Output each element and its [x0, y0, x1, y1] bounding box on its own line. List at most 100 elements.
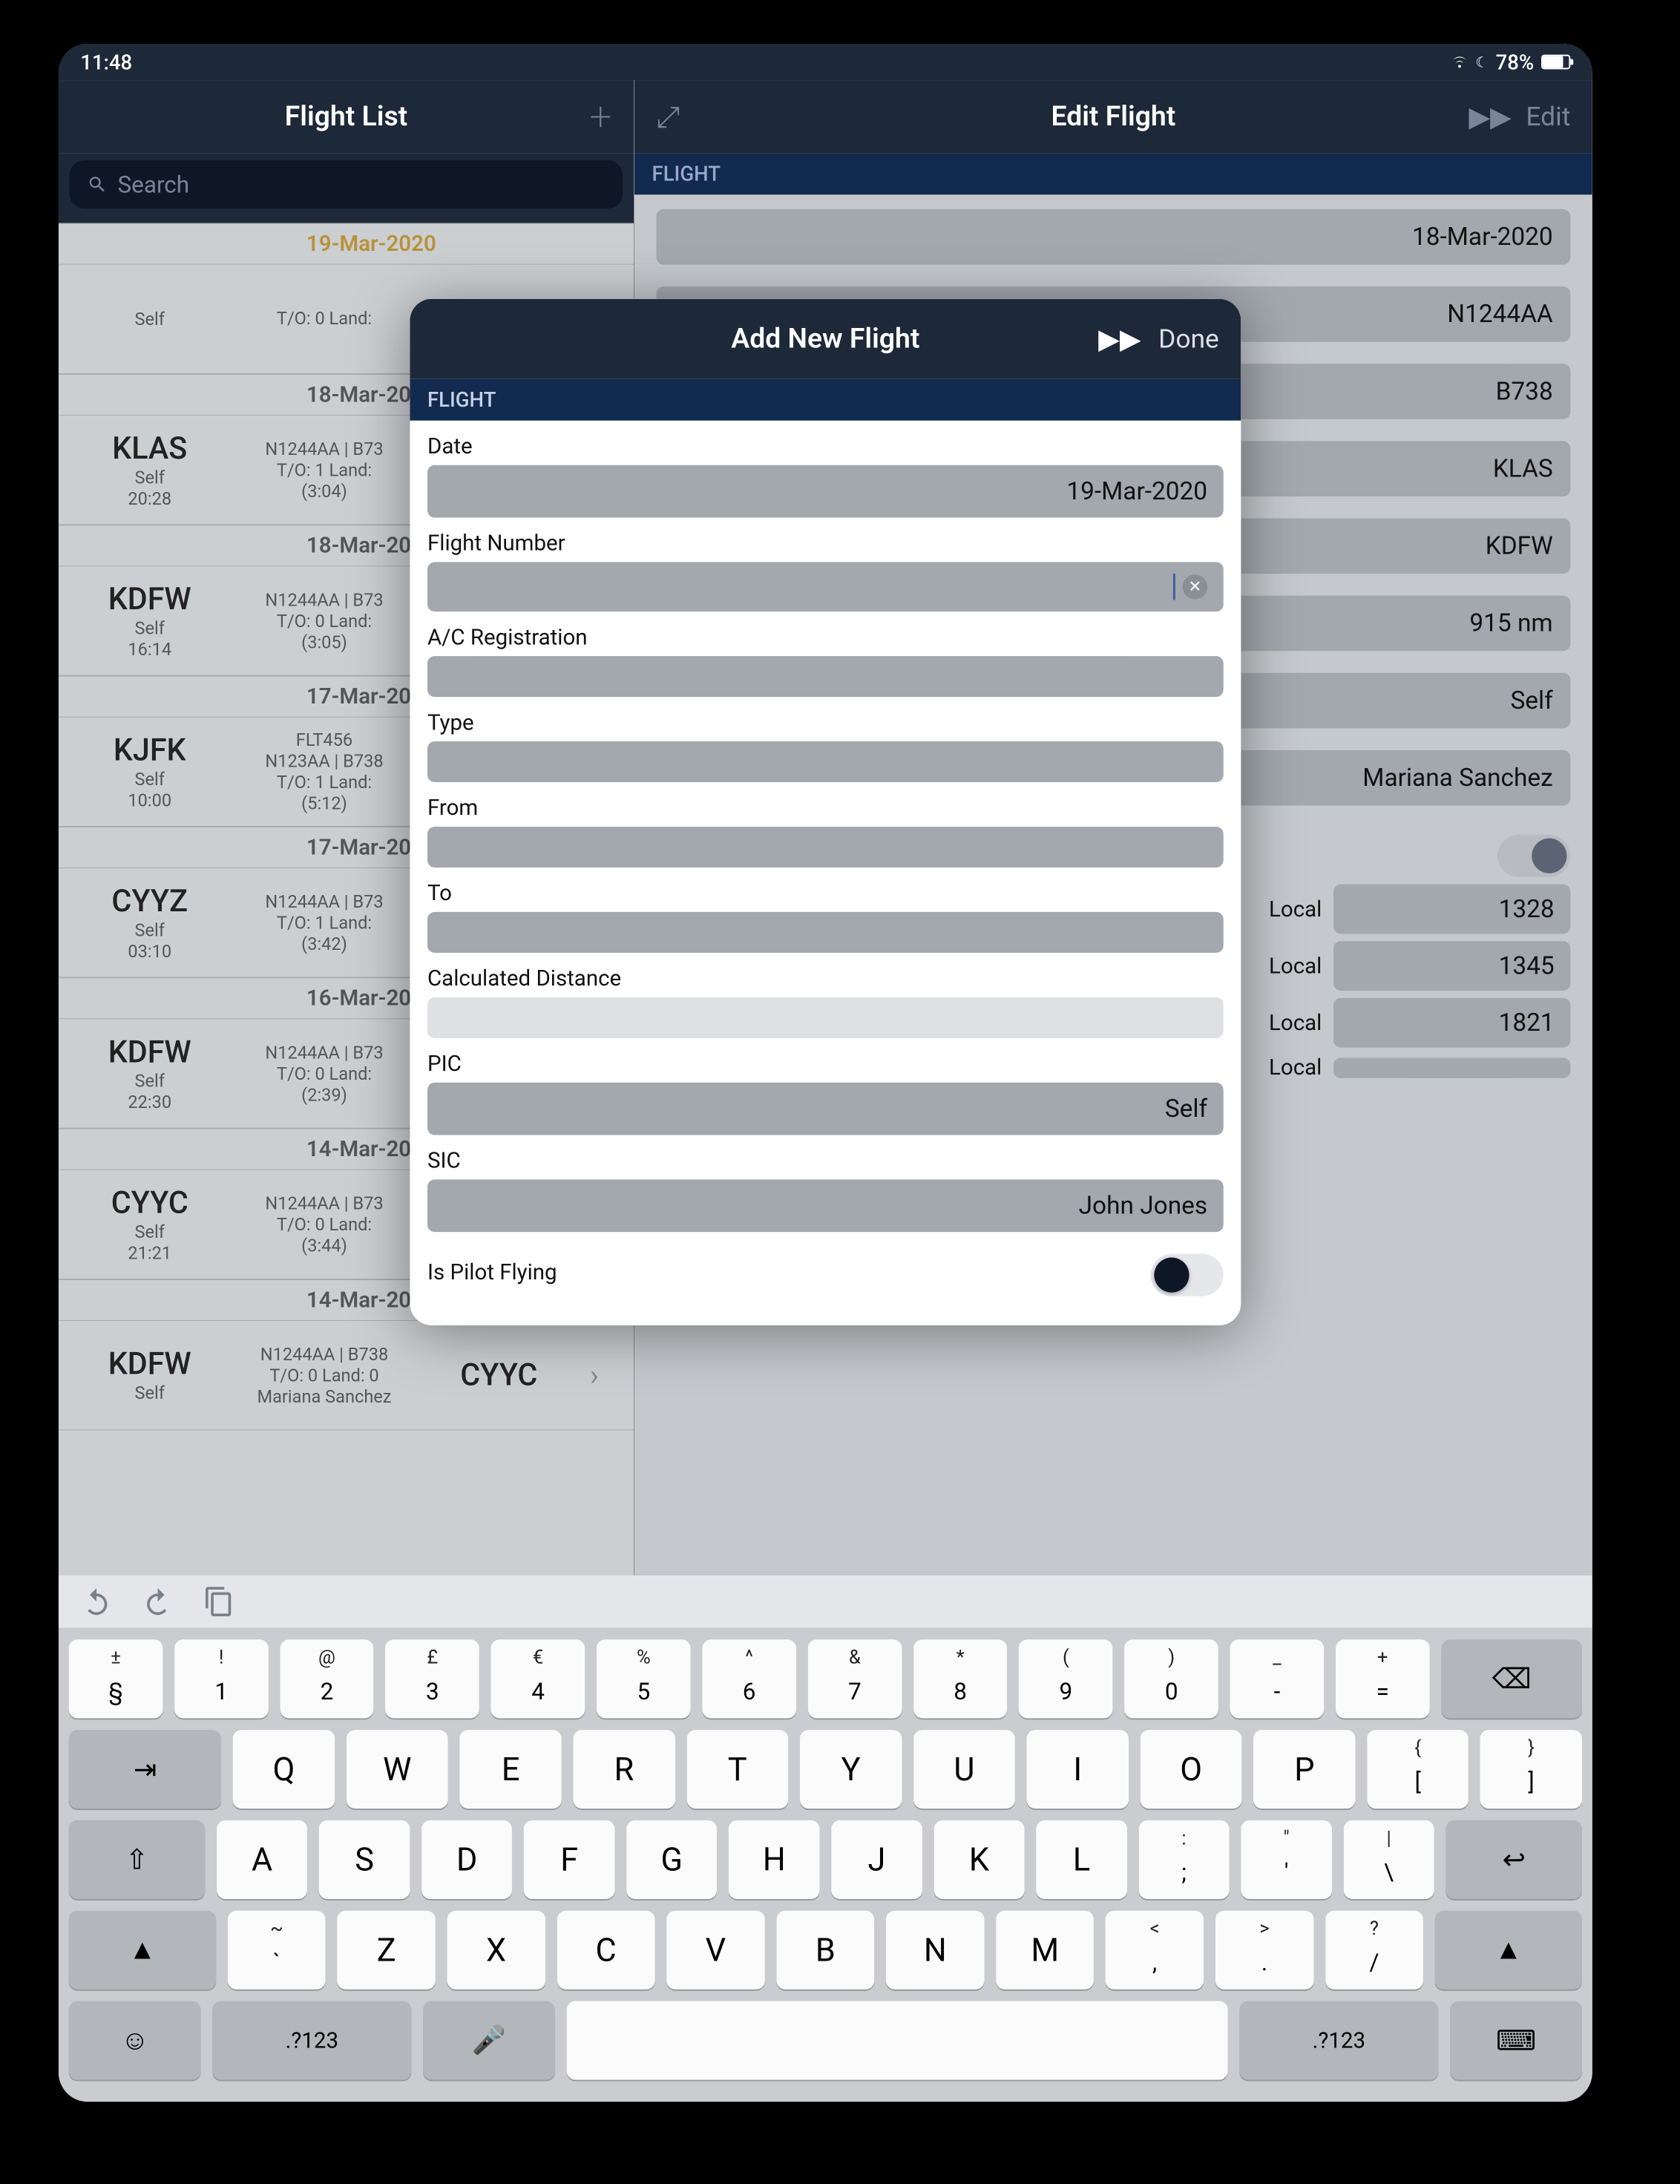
key-R[interactable]: R	[573, 1730, 675, 1808]
reg-field[interactable]	[427, 656, 1224, 697]
clipboard-icon[interactable]	[203, 1586, 234, 1618]
time-local-value: 1345	[1333, 941, 1570, 991]
key-punct[interactable]: ?/	[1325, 1911, 1423, 1990]
pic-field[interactable]: Self	[427, 1083, 1224, 1135]
key-S[interactable]: S	[319, 1820, 410, 1899]
type-field[interactable]	[427, 741, 1224, 782]
date-field[interactable]: 19-Mar-2020	[427, 465, 1224, 518]
dist-field	[427, 997, 1224, 1038]
key-D[interactable]: D	[421, 1820, 512, 1899]
modal-fastforward-icon[interactable]: ▶▶	[1098, 323, 1141, 355]
from-field[interactable]	[427, 827, 1224, 868]
redo-icon[interactable]	[142, 1586, 174, 1618]
chevron-right-icon: ›	[590, 1358, 634, 1392]
key-E[interactable]: E	[460, 1730, 562, 1808]
key-6[interactable]: ^6	[702, 1639, 796, 1718]
search-input[interactable]: Search	[70, 160, 623, 209]
key-W[interactable]: W	[347, 1730, 448, 1808]
mode-key[interactable]: .?123	[213, 2001, 411, 2080]
flight-row[interactable]: KDFW Self N1244AA | B738 T/O: 0 Land: 0 …	[59, 1321, 634, 1430]
key-5[interactable]: %5	[597, 1639, 691, 1718]
expand-icon[interactable]: ⤢	[656, 99, 679, 134]
pilotflying-toggle[interactable]	[1150, 1254, 1223, 1296]
key-Y[interactable]: Y	[800, 1730, 902, 1808]
key-I[interactable]: I	[1027, 1730, 1129, 1808]
from-role: Self	[135, 618, 165, 639]
key-punct[interactable]: |\	[1343, 1820, 1434, 1899]
key-O[interactable]: O	[1141, 1730, 1242, 1808]
shift-key[interactable]: ▲	[69, 1911, 216, 1990]
from-airport: KDFW	[108, 1346, 191, 1382]
wifi-icon	[1451, 53, 1469, 71]
mic-key[interactable]: 🎤	[423, 2001, 555, 2080]
key-7[interactable]: &7	[808, 1639, 902, 1718]
key-3[interactable]: £3	[386, 1639, 480, 1718]
key-A[interactable]: A	[217, 1820, 307, 1899]
return-key[interactable]: ↩	[1446, 1820, 1582, 1899]
key-H[interactable]: H	[729, 1820, 819, 1899]
emoji-key[interactable]: ☺	[69, 2001, 201, 2080]
mode-key[interactable]: .?123	[1240, 2001, 1438, 2080]
capslock-key[interactable]: ⇧	[69, 1820, 205, 1899]
flight-mid-col: FLT456 N123AA | B738 T/O: 1 Land: (5:12)	[241, 729, 408, 813]
dist-label: Calculated Distance	[427, 966, 1224, 991]
flight-list-title: Flight List	[285, 101, 407, 133]
from-airport: KDFW	[108, 1034, 191, 1070]
flight-from-col: CYYZ Self 03:10	[59, 884, 241, 962]
key-§[interactable]: ±§	[69, 1639, 163, 1718]
from-airport: KLAS	[112, 431, 187, 467]
key-2[interactable]: @2	[280, 1639, 374, 1718]
key-T[interactable]: T	[686, 1730, 788, 1808]
key-backtick[interactable]: ~`	[228, 1911, 326, 1990]
key-punct[interactable]: :;	[1138, 1820, 1229, 1899]
from-airport: CYYZ	[111, 884, 188, 919]
key-8[interactable]: *8	[913, 1639, 1008, 1718]
tab-key[interactable]: ⇥	[69, 1730, 222, 1808]
key-F[interactable]: F	[524, 1820, 614, 1899]
edit-button[interactable]: Edit	[1526, 102, 1570, 132]
key-4[interactable]: €4	[491, 1639, 585, 1718]
key-V[interactable]: V	[666, 1911, 764, 1990]
key-K[interactable]: K	[933, 1820, 1024, 1899]
flightno-field[interactable]: ✕	[427, 562, 1224, 611]
flight-list-header: Flight List +	[59, 80, 634, 153]
key-bracket[interactable]: {[	[1367, 1730, 1469, 1808]
key-G[interactable]: G	[626, 1820, 717, 1899]
key-U[interactable]: U	[913, 1730, 1015, 1808]
to-field[interactable]	[427, 912, 1224, 953]
modal-done-button[interactable]: Done	[1158, 324, 1219, 354]
key-X[interactable]: X	[447, 1911, 545, 1990]
key-J[interactable]: J	[831, 1820, 922, 1899]
key-1[interactable]: !1	[174, 1639, 269, 1718]
key-N[interactable]: N	[886, 1911, 984, 1990]
backspace-key[interactable]: ⌫	[1441, 1639, 1582, 1718]
key-punct[interactable]: "'	[1241, 1820, 1331, 1899]
clear-icon[interactable]: ✕	[1183, 574, 1207, 599]
key--[interactable]: _-	[1230, 1639, 1325, 1718]
keyboard-area: ±§!1@2£3€4%5^6&7*8(9)0_-+=⌫ ⇥QWERTYUIOP{[…	[59, 1575, 1592, 2102]
key-B[interactable]: B	[776, 1911, 874, 1990]
sic-field[interactable]: John Jones	[427, 1179, 1224, 1232]
key-Q[interactable]: Q	[233, 1730, 335, 1808]
pilot-flying-toggle[interactable]	[1497, 835, 1570, 877]
key-C[interactable]: C	[557, 1911, 654, 1990]
key-Z[interactable]: Z	[338, 1911, 436, 1990]
key-9[interactable]: (9	[1019, 1639, 1113, 1718]
key-P[interactable]: P	[1253, 1730, 1355, 1808]
from-time: 10:00	[128, 790, 171, 811]
key-=[interactable]: +=	[1336, 1639, 1430, 1718]
add-flight-button[interactable]: +	[590, 94, 612, 140]
space-key[interactable]	[567, 2001, 1228, 2080]
fastforward-icon[interactable]: ▶▶	[1469, 100, 1511, 133]
hide-keyboard-key[interactable]: ⌨	[1450, 2001, 1582, 2080]
key-M[interactable]: M	[996, 1911, 1094, 1990]
flight-to-col: CYYC	[407, 1357, 590, 1394]
ipad-screen: 11:48 ☾ 78% Flight List + Search	[59, 44, 1592, 2102]
shift-key[interactable]: ▲	[1435, 1911, 1582, 1990]
key-punct[interactable]: >.	[1215, 1911, 1313, 1990]
key-punct[interactable]: <,	[1106, 1911, 1204, 1990]
undo-icon[interactable]	[80, 1586, 112, 1618]
key-L[interactable]: L	[1036, 1820, 1126, 1899]
key-0[interactable]: )0	[1124, 1639, 1218, 1718]
key-bracket[interactable]: }]	[1480, 1730, 1582, 1808]
